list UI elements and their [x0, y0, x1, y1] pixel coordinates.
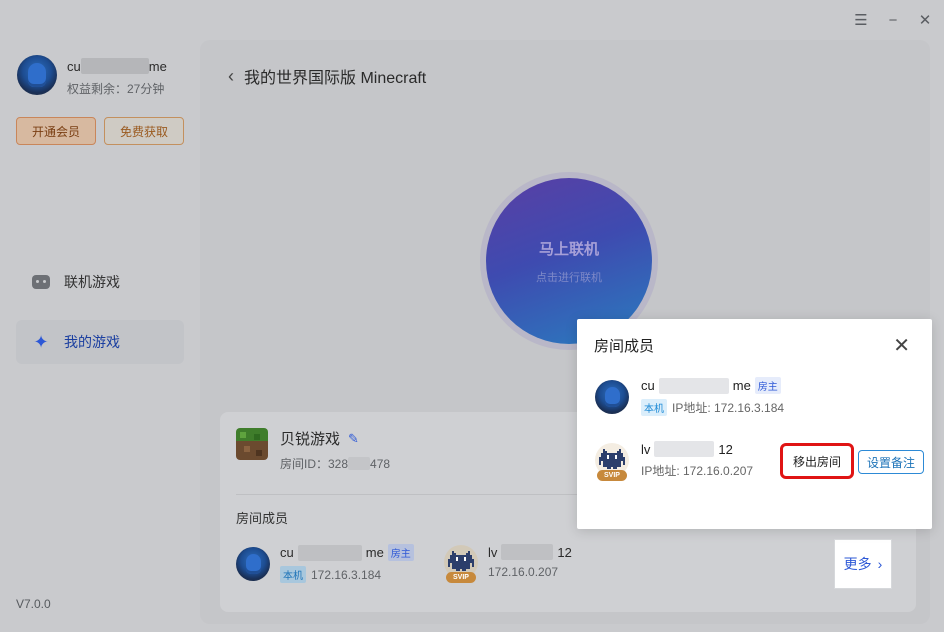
avatar[interactable]	[17, 55, 57, 95]
back-button[interactable]: ‹ 我的世界国际版 Minecraft	[228, 64, 426, 88]
local-badge: 本机	[641, 399, 667, 416]
page-title: 我的世界国际版 Minecraft	[244, 70, 427, 87]
host-badge: 房主	[387, 544, 414, 561]
close-icon[interactable]: ✕	[893, 333, 910, 358]
sidebar-item-online-games[interactable]: 联机游戏	[16, 260, 184, 304]
redacted-name	[80, 58, 149, 74]
member-item: SVIP lv 12 172.16.0.207	[444, 544, 572, 583]
member-ip: IP地址: 172.16.0.207	[641, 464, 754, 478]
host-badge: 房主	[754, 377, 781, 394]
member-item: cu me 房主 本机 IP地址: 172.16.3.184	[595, 377, 784, 416]
menu-icon[interactable]: ☰	[854, 10, 868, 30]
dialog-title: 房间成员	[594, 338, 655, 355]
member-ip: IP地址: 172.16.3.184	[672, 401, 785, 415]
open-vip-button[interactable]: 开通会员	[16, 117, 96, 145]
benefit-remaining: 权益剩余：27分钟	[67, 82, 165, 96]
version-label: V7.0.0	[16, 597, 51, 611]
user-profile: cu me 权益剩余：27分钟	[17, 55, 167, 97]
avatar	[236, 546, 270, 581]
member-ip: 172.16.0.207	[488, 565, 559, 579]
local-badge: 本机	[280, 566, 306, 583]
sidebar-item-my-games[interactable]: ✦ 我的游戏	[16, 320, 184, 364]
window-controls: ☰ − ✕	[854, 10, 932, 30]
free-get-button[interactable]: 免费获取	[104, 117, 184, 145]
member-ip: 172.16.3.184	[311, 567, 382, 582]
sparkle-icon: ✦	[33, 332, 49, 352]
member-item: SVIP lv 12 IP地址: 172.16.0.207	[595, 441, 754, 481]
game-name: 贝锐游戏	[280, 431, 341, 448]
members-label: 房间成员	[236, 511, 289, 526]
member-item: cu me 房主 本机 172.16.3.184	[236, 544, 414, 583]
edit-icon[interactable]: ✎	[348, 431, 359, 447]
chevron-left-icon: ‹	[228, 65, 234, 86]
remove-from-room-button[interactable]: 移出房间	[780, 443, 854, 479]
minecraft-icon	[236, 428, 268, 460]
chevron-right-icon: ›	[877, 556, 883, 572]
minimize-icon[interactable]: −	[886, 10, 900, 30]
room-members-dialog: 房间成员 ✕ cu me 房主 本机 IP地址: 172.16.3.184 SV…	[577, 319, 932, 529]
alien-avatar-icon: SVIP	[444, 544, 478, 583]
room-id: 房间ID：328 478	[280, 456, 391, 472]
alien-avatar-icon: SVIP	[595, 443, 629, 481]
set-note-button[interactable]: 设置备注	[858, 450, 924, 474]
user-name: cu me	[67, 58, 167, 74]
gamepad-icon	[32, 273, 50, 291]
svip-badge: SVIP	[446, 571, 476, 583]
sidebar: cu me 权益剩余：27分钟 开通会员 免费获取 联机游戏 ✦ 我的游戏 V7…	[0, 0, 200, 632]
more-button[interactable]: 更多 ›	[834, 539, 892, 589]
svip-badge: SVIP	[597, 470, 627, 481]
avatar	[595, 379, 629, 414]
close-window-icon[interactable]: ✕	[918, 10, 932, 30]
